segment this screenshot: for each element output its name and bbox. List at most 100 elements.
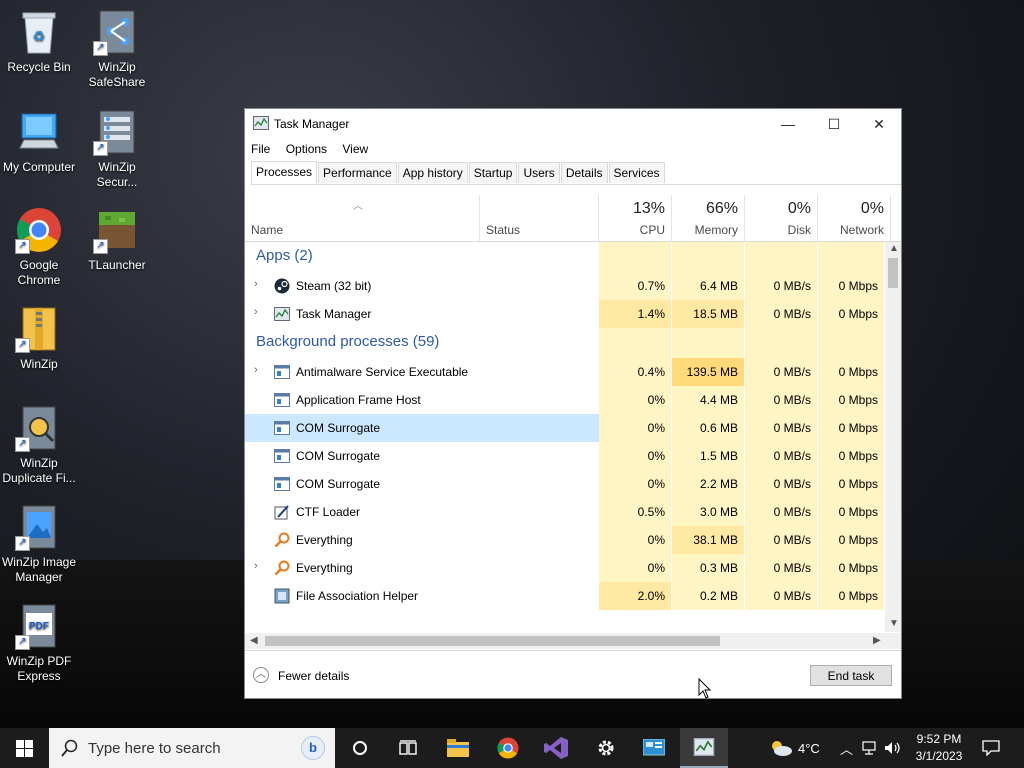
column-disk[interactable]: 0% Disk xyxy=(745,195,818,241)
desktop-icon-recycle-bin[interactable]: ♻ Recycle Bin xyxy=(0,8,78,75)
taskbar-chrome[interactable] xyxy=(484,728,532,768)
search-icon xyxy=(61,739,78,757)
chevron-right-icon[interactable]: › xyxy=(254,364,258,376)
sort-up-icon: ︿ xyxy=(353,201,363,212)
taskbar: Type here to search b 4°C ︿ 9:52 PM 3/1/… xyxy=(0,728,1024,768)
fewer-details-link[interactable]: Fewer details xyxy=(278,669,349,683)
process-network-cell: 0 Mbps xyxy=(818,526,885,554)
process-row[interactable]: COM Surrogate 0% 0.6 MB 0 MB/s 0 Mbps xyxy=(245,414,885,442)
chevron-right-icon[interactable]: › xyxy=(254,306,258,318)
tab-processes[interactable]: Processes xyxy=(251,161,318,184)
process-name-cell: Application Frame Host xyxy=(245,386,599,414)
desktop-icon-my-computer[interactable]: My Computer xyxy=(0,108,78,175)
taskbar-file-explorer[interactable] xyxy=(434,728,482,768)
menu-file[interactable]: File xyxy=(245,140,276,158)
process-row[interactable]: › Steam (32 bit) 0.7% 6.4 MB 0 MB/s 0 Mbps xyxy=(245,272,885,300)
tab-startup[interactable]: Startup xyxy=(468,162,518,183)
process-disk-cell: 0 MB/s xyxy=(745,386,818,414)
scroll-left-icon[interactable]: ◀ xyxy=(250,635,258,646)
scroll-down-icon[interactable]: ▼ xyxy=(889,618,899,629)
bing-icon[interactable]: b xyxy=(301,736,325,760)
tab-users[interactable]: Users xyxy=(518,162,560,183)
process-memory-cell: 0.3 MB xyxy=(672,554,745,582)
process-name: Everything xyxy=(296,561,353,575)
desktop-icon-winzip-image[interactable]: ↗ WinZip Image Manager xyxy=(0,503,78,585)
scroll-right-icon[interactable]: ▶ xyxy=(873,635,881,646)
column-status[interactable]: Status xyxy=(480,195,599,241)
desktop-icon-winzip[interactable]: ↗ WinZip xyxy=(0,305,78,372)
winzip-safeshare-icon: ↗ xyxy=(93,8,141,56)
chevron-right-icon[interactable]: › xyxy=(254,278,258,290)
process-row[interactable]: COM Surrogate 0% 2.2 MB 0 MB/s 0 Mbps xyxy=(245,470,885,498)
chevron-right-icon[interactable]: › xyxy=(254,560,258,572)
process-name-cell: Everything xyxy=(245,526,599,554)
process-row[interactable]: File Association Helper 2.0% 0.2 MB 0 MB/s 0… xyxy=(245,582,885,610)
desktop-icon-google-chrome[interactable]: ↗ Google Chrome xyxy=(0,206,78,288)
shortcut-arrow-icon: ↗ xyxy=(93,239,108,254)
process-row[interactable]: › Task Manager 1.4% 18.5 MB 0 MB/s 0 Mbps xyxy=(245,300,885,328)
process-name-cell: COM Surrogate xyxy=(245,470,599,498)
everything-search-icon xyxy=(274,560,290,576)
desktop-icon-winzip-pdf[interactable]: PDF ↗ WinZip PDF Express xyxy=(0,602,78,684)
network-status[interactable] xyxy=(862,728,880,768)
process-row[interactable]: COM Surrogate 0% 1.5 MB 0 MB/s 0 Mbps xyxy=(245,442,885,470)
service-icon xyxy=(274,476,290,492)
process-row[interactable]: › Antimalware Service Executable 0.4% 139.5… xyxy=(245,358,885,386)
process-row[interactable]: › Everything 0% 0.3 MB 0 MB/s 0 Mbps xyxy=(245,554,885,582)
close-button[interactable]: ✕ xyxy=(856,109,902,139)
tab-details[interactable]: Details xyxy=(560,162,608,183)
footer: ︿ Fewer details End task xyxy=(245,650,901,699)
column-header: ︿ Name Status 13% CPU 66% Memory 0% Disk… xyxy=(245,195,901,242)
task-manager-icon xyxy=(253,116,269,130)
taskbar-clock[interactable]: 9:52 PM 3/1/2023 xyxy=(900,731,978,765)
tab-performance[interactable]: Performance xyxy=(318,162,397,183)
title-bar[interactable]: Task Manager — ☐ ✕ xyxy=(245,109,901,139)
tab-bar: Processes Performance App history Startup Us… xyxy=(251,161,901,185)
tab-services[interactable]: Services xyxy=(608,162,665,183)
horizontal-scrollbar[interactable]: ◀ ▶ xyxy=(245,633,901,649)
desktop-icon-tlauncher[interactable]: ↗ TLauncher xyxy=(78,206,156,273)
service-icon xyxy=(274,420,290,436)
taskbar-search-box[interactable]: Type here to search b xyxy=(49,728,335,768)
hidden-icons-button[interactable]: ︿ xyxy=(840,728,853,768)
column-memory[interactable]: 66% Memory xyxy=(672,195,745,241)
tab-app-history[interactable]: App history xyxy=(397,162,468,183)
process-memory-cell: 38.1 MB xyxy=(672,526,745,554)
winzip-image-icon: ↗ xyxy=(15,503,63,551)
cortana-button[interactable] xyxy=(336,728,384,768)
maximize-button[interactable]: ☐ xyxy=(811,109,857,139)
process-name-cell: › Steam (32 bit) xyxy=(245,272,599,300)
desktop-icon-winzip-secure[interactable]: ↗ WinZip Secur... xyxy=(78,108,156,190)
desktop-icon-winzip-safeshare[interactable]: ↗ WinZip SafeShare xyxy=(78,8,156,90)
scroll-up-icon[interactable]: ▲ xyxy=(889,243,899,254)
taskbar-settings[interactable] xyxy=(582,728,630,768)
vertical-scrollbar[interactable]: ▲ ▼ xyxy=(885,242,901,632)
end-task-button[interactable]: End task xyxy=(810,665,892,686)
chevron-up-icon: ︿ xyxy=(840,741,854,757)
process-row[interactable]: Everything 0% 38.1 MB 0 MB/s 0 Mbps xyxy=(245,526,885,554)
process-name: File Association Helper xyxy=(296,589,419,603)
column-cpu[interactable]: 13% CPU xyxy=(599,195,672,241)
minimize-button[interactable]: — xyxy=(765,109,811,139)
weather-widget[interactable]: 4°C xyxy=(768,728,820,768)
process-memory-cell: 0.2 MB xyxy=(672,582,745,610)
column-name[interactable]: ︿ Name xyxy=(245,195,480,241)
notification-center-button[interactable] xyxy=(982,728,1000,768)
group-title: Background processes (59) xyxy=(256,333,440,350)
process-memory-cell: 0.6 MB xyxy=(672,414,745,442)
horizontal-scroll-thumb[interactable] xyxy=(265,636,720,646)
taskbar-task-manager[interactable] xyxy=(680,728,728,768)
menu-view[interactable]: View xyxy=(336,140,374,158)
task-view-button[interactable] xyxy=(384,728,432,768)
process-row[interactable]: CTF Loader 0.5% 3.0 MB 0 MB/s 0 Mbps xyxy=(245,498,885,526)
taskbar-control-panel[interactable] xyxy=(630,728,678,768)
vertical-scroll-thumb[interactable] xyxy=(888,258,898,288)
process-row[interactable]: Application Frame Host 0% 4.4 MB 0 MB/s 0 Mb… xyxy=(245,386,885,414)
chevron-up-circle-icon[interactable]: ︿ xyxy=(253,667,269,683)
weather-temperature: 4°C xyxy=(798,740,820,756)
menu-options[interactable]: Options xyxy=(280,140,333,158)
start-button[interactable] xyxy=(0,728,48,768)
desktop-icon-winzip-duplicate[interactable]: ↗ WinZip Duplicate Fi... xyxy=(0,404,78,486)
taskbar-visual-studio[interactable] xyxy=(532,728,580,768)
column-network[interactable]: 0% Network xyxy=(818,195,891,241)
